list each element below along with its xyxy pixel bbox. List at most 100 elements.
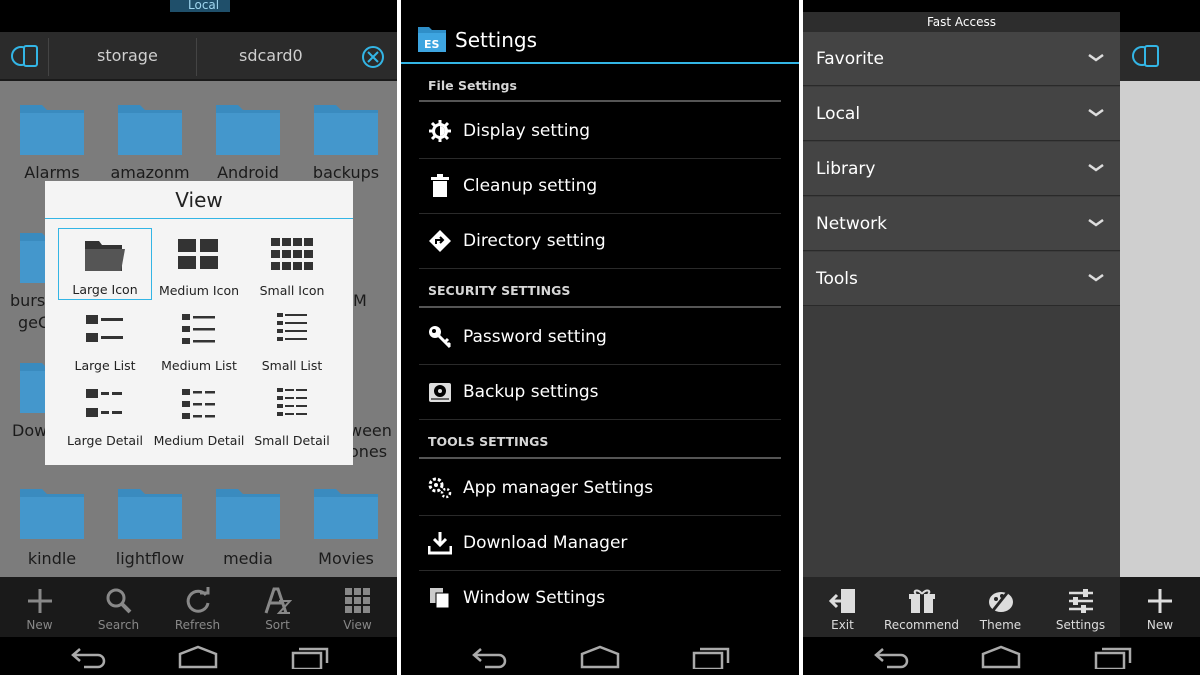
new-button[interactable]: New: [0, 577, 79, 637]
folder-label: ween: [349, 421, 392, 440]
background-path-bar: [1120, 32, 1200, 81]
toolbar-label: Exit: [831, 618, 854, 632]
view-option-medium-list[interactable]: Medium List: [152, 303, 246, 375]
fast-access-item-favorite[interactable]: Favorite: [803, 32, 1120, 86]
back-icon[interactable]: [68, 645, 108, 669]
folder-icon[interactable]: [18, 479, 86, 541]
recents-icon[interactable]: [691, 645, 731, 669]
item-label: Cleanup setting: [463, 176, 598, 196]
refresh-icon: [186, 587, 210, 613]
fast-access-item-tools[interactable]: Tools: [803, 252, 1120, 306]
fast-access-item-library[interactable]: Library: [803, 142, 1120, 196]
status-bar: Local: [0, 0, 397, 12]
directory-setting-item[interactable]: Directory setting: [419, 214, 781, 269]
item-label: Download Manager: [463, 533, 628, 553]
download-manager-item[interactable]: Download Manager: [419, 516, 781, 571]
item-label: Window Settings: [463, 588, 606, 608]
chevron-down-icon: [1088, 219, 1104, 227]
app-manager-settings-item[interactable]: App manager Settings: [419, 461, 781, 516]
display-setting-item[interactable]: Display setting: [419, 104, 781, 159]
folder-icon[interactable]: [18, 223, 46, 285]
small-list-icon: [277, 313, 307, 341]
refresh-button[interactable]: Refresh: [158, 577, 237, 637]
section-header: File Settings: [428, 78, 517, 93]
breadcrumb-storage[interactable]: storage: [97, 46, 158, 65]
toolbar-label: Sort: [265, 618, 290, 632]
view-option-large-detail[interactable]: Large Detail: [58, 378, 152, 450]
section-header: SECURITY SETTINGS: [428, 283, 571, 298]
fast-access-title: Fast Access: [803, 12, 1120, 32]
es-app-icon: ES: [418, 27, 446, 52]
view-option-small-list[interactable]: Small List: [245, 303, 339, 375]
medium-detail-icon: [182, 389, 215, 419]
plus-icon: [1148, 589, 1172, 613]
cleanup-setting-item[interactable]: Cleanup setting: [419, 159, 781, 214]
local-tab-indicator: Local: [170, 0, 230, 12]
small-detail-icon: [277, 388, 307, 416]
folder-icon[interactable]: [312, 479, 380, 541]
medium-list-icon: [182, 314, 215, 344]
view-option-small-detail[interactable]: Small Detail: [245, 378, 339, 450]
home-icon[interactable]: [178, 645, 218, 669]
fast-access-item-network[interactable]: Network: [803, 197, 1120, 251]
folder-icon[interactable]: [312, 95, 380, 157]
back-icon[interactable]: [469, 645, 509, 669]
toolbar-label: Refresh: [174, 618, 221, 632]
folder-label: Movies: [318, 549, 374, 568]
window-switch-icon[interactable]: [9, 40, 41, 72]
view-option-large-icon[interactable]: Large Icon: [58, 228, 152, 300]
exit-button[interactable]: Exit: [803, 577, 882, 637]
medium-folders-icon: [178, 239, 218, 269]
close-tab-icon[interactable]: [360, 44, 386, 70]
fast-access-item-local[interactable]: Local: [803, 87, 1120, 141]
sort-button[interactable]: Sort: [238, 577, 317, 637]
folder-label: media: [223, 549, 273, 568]
folder-icon[interactable]: [116, 95, 184, 157]
background-file-view: [1120, 32, 1200, 577]
toolbar-label: New: [1146, 618, 1174, 632]
folder-icon[interactable]: [214, 95, 282, 157]
recents-icon[interactable]: [1093, 645, 1133, 669]
folder-icon[interactable]: [18, 95, 86, 157]
window-settings-item[interactable]: Window Settings: [419, 571, 781, 626]
back-icon[interactable]: [871, 645, 911, 669]
bottom-toolbar: New Search Refresh Sort View: [0, 577, 397, 637]
home-icon[interactable]: [580, 645, 620, 669]
settings-button[interactable]: Settings: [1041, 577, 1120, 637]
home-icon[interactable]: [981, 645, 1021, 669]
gear-icon: [429, 120, 451, 142]
view-option-medium-icon[interactable]: Medium Icon: [152, 228, 246, 300]
folder-icon[interactable]: [116, 479, 184, 541]
item-label: Directory setting: [463, 231, 606, 251]
item-label: App manager Settings: [463, 478, 654, 498]
view-option-medium-detail[interactable]: Medium Detail: [152, 378, 246, 450]
window-switch-icon[interactable]: [1130, 40, 1162, 72]
settings-header: ES Settings: [401, 12, 799, 64]
recents-icon[interactable]: [290, 645, 330, 669]
toolbar-label: Recommend: [883, 618, 960, 632]
key-icon: [429, 326, 452, 349]
view-option-small-icon[interactable]: Small Icon: [245, 228, 339, 300]
new-button[interactable]: New: [1120, 577, 1200, 637]
breadcrumb-sdcard0[interactable]: sdcard0: [239, 46, 303, 65]
backup-settings-item[interactable]: Backup settings: [419, 365, 781, 420]
view-button[interactable]: View: [318, 577, 397, 637]
theme-button[interactable]: Theme: [961, 577, 1040, 637]
app-manager-icon: [428, 477, 452, 499]
sort-icon: [264, 587, 292, 614]
folder-label: Android: [217, 163, 279, 182]
fast-access-panel: Fast Access Favorite Local Library Netwo…: [803, 0, 1200, 675]
folder-icon[interactable]: [214, 479, 282, 541]
search-button[interactable]: Search: [79, 577, 158, 637]
directory-icon: [429, 230, 451, 252]
folder-icon[interactable]: [18, 353, 46, 415]
folder-icon[interactable]: [352, 353, 380, 415]
folder-icon[interactable]: [352, 223, 380, 285]
view-option-large-list[interactable]: Large List: [58, 303, 152, 375]
password-setting-item[interactable]: Password setting: [419, 310, 781, 365]
chevron-down-icon: [1088, 109, 1104, 117]
folder-label: lightflow: [115, 549, 185, 568]
toolbar-label: View: [343, 618, 372, 632]
section-divider: [419, 100, 781, 102]
recommend-button[interactable]: Recommend: [882, 577, 961, 637]
